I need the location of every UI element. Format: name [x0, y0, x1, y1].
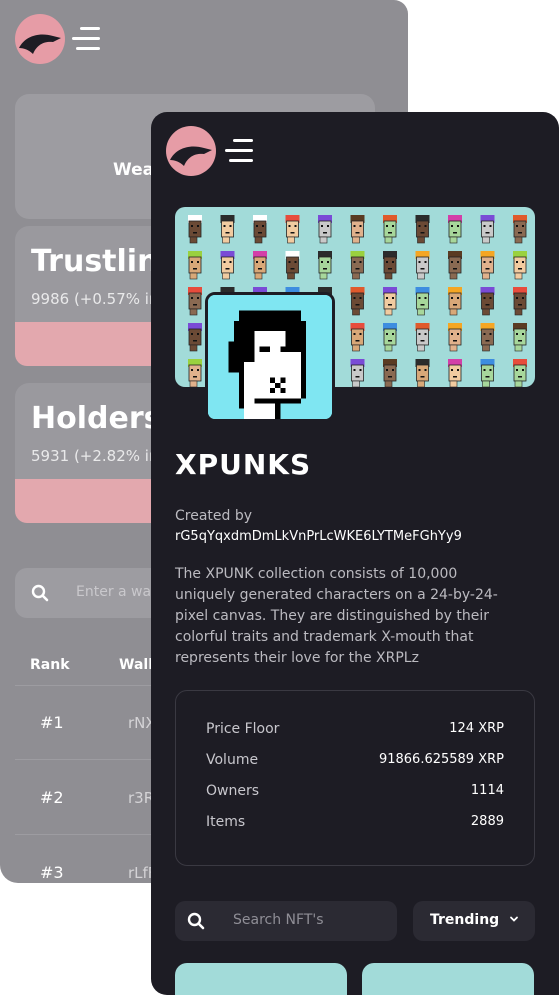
punk-figure [415, 215, 430, 244]
search-icon [31, 584, 49, 606]
hamburger-menu-icon[interactable] [72, 27, 100, 51]
punk-figure [448, 323, 462, 352]
collection-phone-screen: XPUNKS Created by rG5qYqxdmDmLkVnPrLcWKE… [151, 112, 559, 995]
punk-figure [513, 323, 527, 352]
punk-figure [383, 215, 397, 244]
punk-figure [188, 251, 202, 280]
search-placeholder: Enter a wa [76, 584, 152, 600]
punk-figure [480, 215, 495, 244]
punk-figure [318, 251, 332, 280]
punk-figure [253, 215, 267, 244]
punk-figure [480, 323, 495, 352]
punk-figure [188, 359, 202, 387]
holders-value: 5931 (+2.82% in [31, 447, 159, 465]
punk-figure [448, 251, 462, 280]
punk-figure [480, 287, 495, 316]
search-icon [187, 912, 205, 934]
punk-figure [383, 323, 397, 352]
created-by-label: Created by [175, 508, 253, 524]
collection-description: The XPUNK collection consists of 10,000 … [175, 566, 498, 666]
punk-figure [350, 251, 365, 280]
creator-address-link[interactable]: rG5qYqxdmDmLkVnPrLcWKE6LYTMeFGhYy9 [175, 529, 462, 544]
punk-figure [285, 215, 300, 244]
eagle-logo-icon[interactable] [166, 126, 216, 176]
punk-figure [350, 359, 365, 387]
nft-card[interactable] [362, 963, 534, 995]
sort-selected-value: Trending [430, 912, 500, 928]
punk-figure [188, 323, 202, 352]
punk-figure [448, 359, 462, 387]
punk-figure [480, 359, 495, 387]
punk-figure [415, 359, 430, 387]
punk-figure [415, 287, 430, 316]
nft-search-input[interactable]: Search NFT's [175, 901, 397, 941]
holders-title: Holders [31, 401, 162, 436]
collection-title: XPUNKS [175, 448, 312, 481]
punk-figure [513, 215, 527, 244]
punk-figure [350, 215, 365, 244]
collection-avatar-image [205, 292, 335, 422]
punk-figure [350, 287, 365, 316]
search-placeholder: Search NFT's [233, 912, 324, 928]
punk-figure [383, 251, 397, 280]
column-header-wallet: Wall [119, 657, 153, 673]
punk-figure [253, 251, 267, 280]
punk-figure [383, 359, 397, 387]
punk-figure [220, 215, 235, 244]
stat-value: 2889 [470, 814, 504, 829]
punk-figure [448, 215, 462, 244]
punk-figure [285, 251, 300, 280]
column-header-rank: Rank [30, 657, 70, 673]
stat-label: Items [206, 814, 246, 830]
stat-value: 1114 [470, 783, 504, 798]
punk-figure [318, 215, 332, 244]
stat-row-volume: Volume 91866.625589 XRP [206, 752, 504, 772]
stat-label: Volume [206, 752, 259, 768]
table-row-rank: #2 [40, 788, 64, 807]
punk-figure [513, 251, 527, 280]
eagle-logo-icon[interactable] [15, 14, 65, 64]
punk-figure [513, 359, 527, 387]
punk-figure [415, 251, 430, 280]
punk-figure [220, 251, 235, 280]
collection-stats-panel: Price Floor 124 XRP Volume 91866.625589 … [175, 690, 535, 866]
stat-value: 124 XRP [449, 721, 504, 736]
hamburger-menu-icon[interactable] [225, 139, 253, 163]
stat-label: Owners [206, 783, 260, 799]
punk-figure [350, 323, 365, 352]
punk-figure [415, 323, 430, 352]
punk-figure [188, 287, 202, 316]
chevron-down-icon [509, 913, 519, 927]
table-row-rank: #1 [40, 713, 64, 732]
punk-figure [448, 287, 462, 316]
stat-row-owners: Owners 1114 [206, 783, 504, 803]
stat-value: 91866.625589 XRP [378, 752, 504, 767]
nft-card[interactable] [175, 963, 347, 995]
table-row-rank: #3 [40, 863, 64, 882]
stat-row-items: Items 2889 [206, 814, 504, 834]
punk-figure [480, 251, 495, 280]
card-label: Wea [113, 160, 155, 180]
punk-figure [383, 287, 397, 316]
punk-figure [513, 287, 527, 316]
punk-figure [188, 215, 202, 244]
stat-row-price-floor: Price Floor 124 XRP [206, 721, 504, 741]
stat-label: Price Floor [206, 721, 280, 737]
trustlines-value: 9986 (+0.57% in [31, 290, 159, 308]
sort-dropdown[interactable]: Trending [413, 901, 535, 941]
